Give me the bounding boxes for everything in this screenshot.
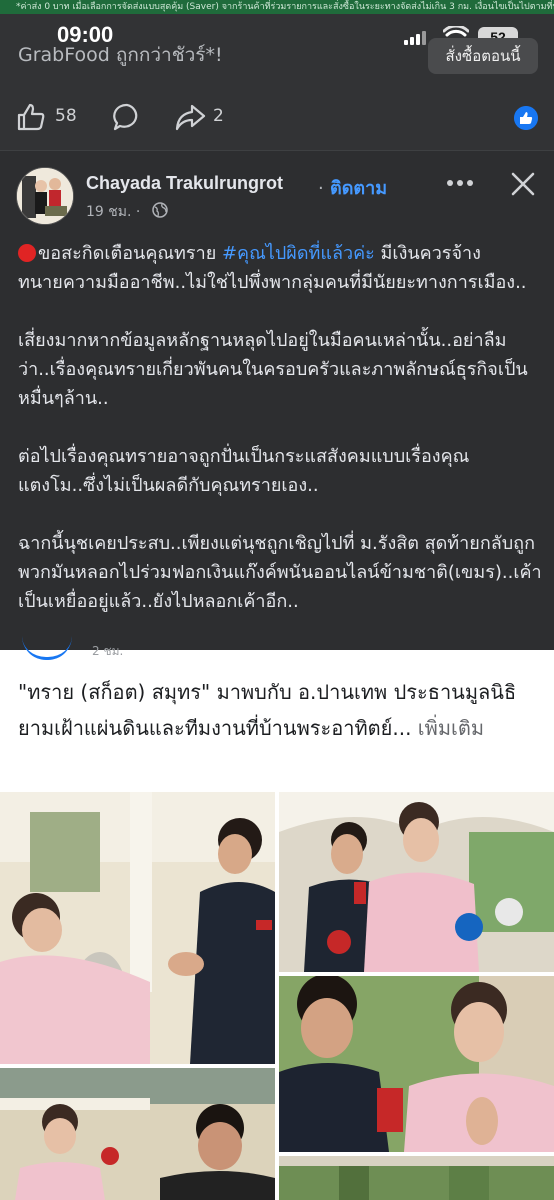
- extra-photo-image: [279, 1156, 554, 1200]
- feed-caption: "ทราย (สก็อต) สมุทร" มาพบกับ อ.ปานเทพ ปร…: [18, 674, 538, 746]
- interview-photo-image: [279, 792, 554, 972]
- post-card: Chayada Trakulrungrot · ติดตาม 19 ชม. · …: [0, 150, 554, 650]
- ad-card: *ค่าส่ง 0 บาท เมื่อเลือกการจัดส่งแบบสุดค…: [0, 0, 554, 150]
- follow-label: ติดตาม: [330, 178, 388, 199]
- post-timestamp: 19 ชม. ·: [86, 204, 141, 220]
- post-paragraph: ต่อไปเรื่องคุณทรายอาจถูกปั่นเป็นกระแสสัง…: [18, 446, 470, 496]
- like-reaction-badge-icon: [514, 106, 538, 130]
- post-paragraph: เสี่ยงมากหากข้อมูลหลักฐานหลุดไปอยู่ในมือ…: [18, 330, 528, 409]
- promo-strip: *ค่าส่ง 0 บาท เมื่อเลือกการจัดส่งแบบสุดค…: [0, 0, 554, 14]
- avatar-image: [17, 168, 73, 224]
- post-paragraph-prefix: ขอสะกิดเตือนคุณทราย: [38, 243, 222, 264]
- post-paragraph: ฉากนี้นุชเคยประสบ..เพียงแต่นุชถูกเชิญไปท…: [18, 533, 542, 612]
- post-photo-closeup[interactable]: [279, 976, 554, 1152]
- share-count: 2: [213, 106, 224, 126]
- post-photo-group[interactable]: [0, 1068, 275, 1200]
- see-more-link[interactable]: เพิ่มเติม: [418, 716, 484, 740]
- follow-separator: ·: [318, 178, 324, 199]
- feed-post-time: 2 ชม.: [92, 644, 124, 658]
- order-now-button[interactable]: สั่งซื้อตอนนี้: [428, 38, 538, 74]
- more-options-icon[interactable]: [446, 179, 474, 187]
- close-icon[interactable]: [510, 171, 536, 197]
- post-text: ขอสะกิดเตือนคุณทราย #คุณไปผิดที่แล้วค่ะ …: [18, 239, 542, 645]
- reaction-bar: 58 2: [0, 98, 554, 138]
- handshake-photo-image: [0, 792, 275, 1064]
- post-photo-handshake[interactable]: [0, 792, 275, 1064]
- post-photo-extra[interactable]: [279, 1156, 554, 1200]
- feed-post: 2 ชม. "ทราย (สก็อต) สมุทร" มาพบกับ อ.ปาน…: [0, 644, 554, 1200]
- closeup-photo-image: [279, 976, 554, 1152]
- ad-title: GrabFood ถูกกว่าชัวร์*!: [18, 44, 223, 66]
- share-icon[interactable]: [174, 102, 206, 132]
- author-avatar[interactable]: [16, 167, 74, 225]
- comment-icon[interactable]: [112, 102, 142, 132]
- page-avatar-peek: [22, 636, 72, 660]
- author-name[interactable]: Chayada Trakulrungrot: [86, 173, 283, 194]
- promo-text: *ค่าส่ง 0 บาท เมื่อเลือกการจัดส่งแบบสุดค…: [16, 2, 554, 12]
- red-circle-emoji-icon: [18, 244, 36, 262]
- like-count: 58: [55, 106, 77, 126]
- group-photo-image: [0, 1068, 275, 1200]
- globe-icon: [152, 202, 168, 218]
- post-paragraph: ขอสะกิดเตือนคุณทราย #คุณไปผิดที่แล้วค่ะ …: [18, 239, 542, 297]
- post-photo-interview[interactable]: [279, 792, 554, 972]
- hashtag-link[interactable]: #คุณไปผิดที่แล้วค่ะ: [222, 243, 375, 264]
- like-icon[interactable]: [16, 102, 46, 132]
- follow-button[interactable]: · ติดตาม: [318, 173, 387, 202]
